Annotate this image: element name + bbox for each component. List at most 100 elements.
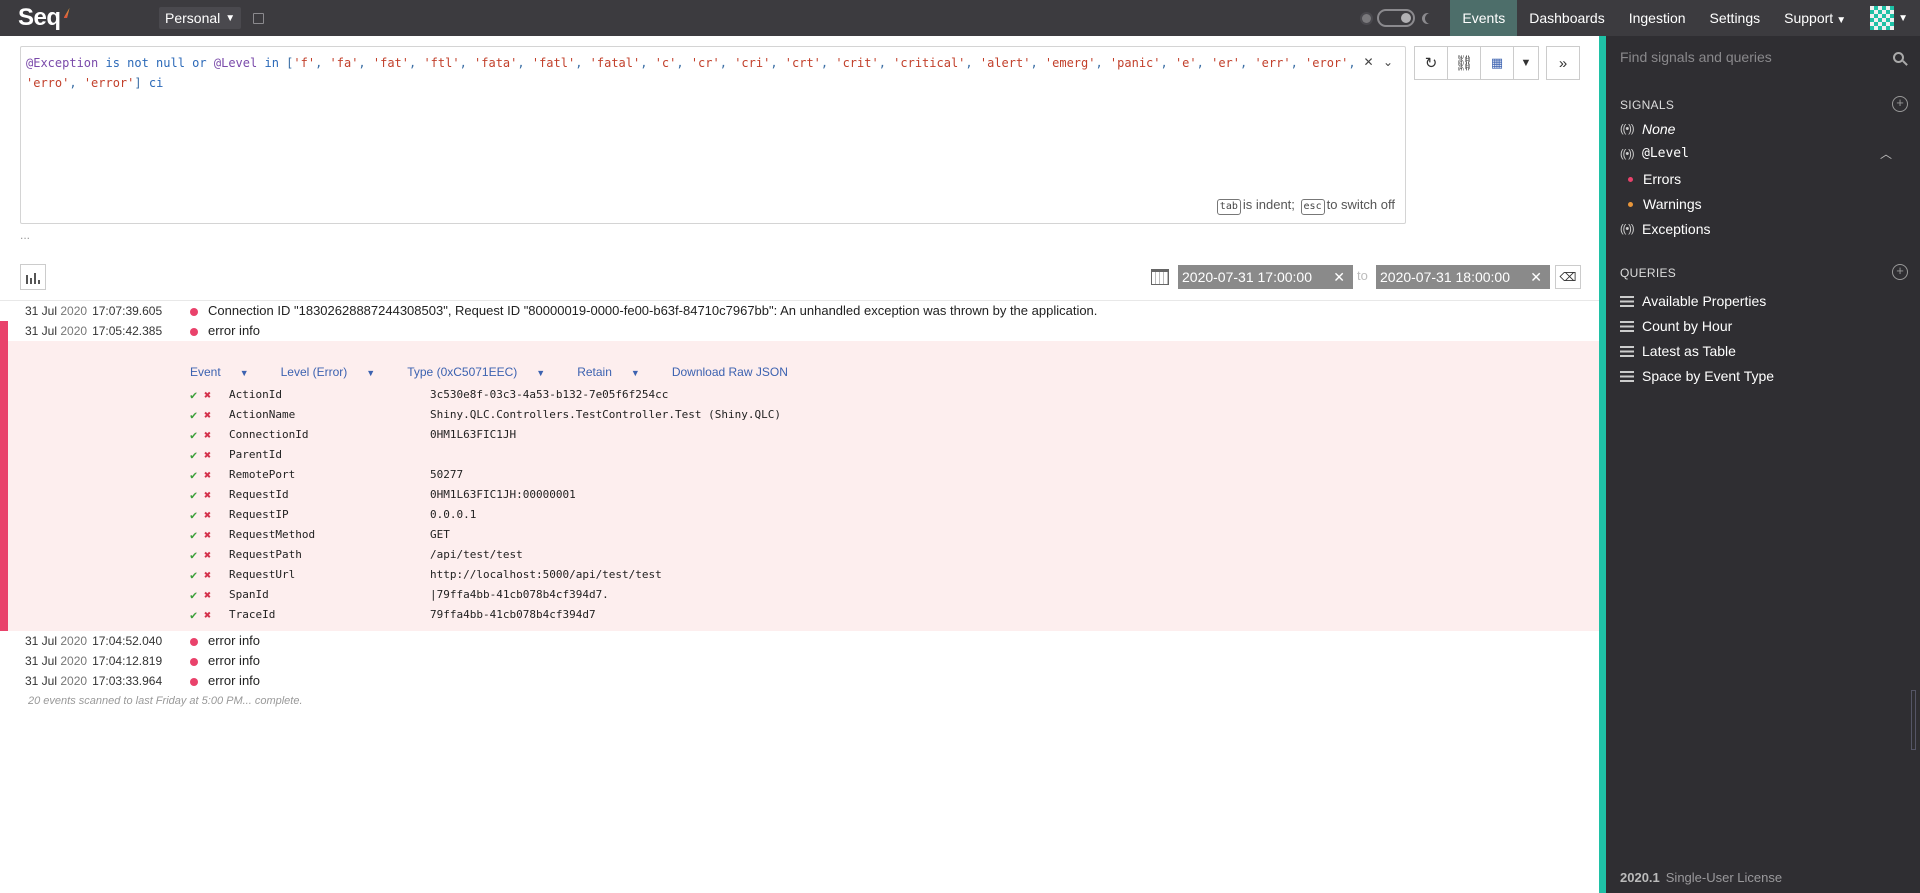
signal-group-level[interactable]: ((•)) @Level ︿ xyxy=(1620,146,1906,161)
exclude-x-icon[interactable]: ✖ xyxy=(204,545,211,565)
refresh-button[interactable]: ↻ xyxy=(1414,46,1448,80)
event-row[interactable]: 31 Jul 2020 17:04:12.819 error info xyxy=(0,651,1600,671)
calendar-icon[interactable] xyxy=(1151,269,1169,285)
exclude-x-icon[interactable]: ✖ xyxy=(204,465,211,485)
query-latest-as-table[interactable]: Latest as Table xyxy=(1620,343,1736,359)
property-value[interactable]: 3c530e8f-03c3-4a53-b132-7e05f6f254cc xyxy=(430,385,668,405)
date-to[interactable]: 2020-07-31 18:00:00 ✕ xyxy=(1376,265,1550,289)
tab-type[interactable]: Type (0xC5071EEC) ▼ xyxy=(407,365,561,379)
clear-date-icon[interactable]: ✕ xyxy=(1333,265,1345,289)
exclude-x-icon[interactable]: ✖ xyxy=(204,425,211,445)
query-string: 'fa' xyxy=(329,56,359,70)
query-space-by-event-type[interactable]: Space by Event Type xyxy=(1620,368,1774,384)
more-options[interactable]: ... xyxy=(20,228,30,242)
nav-settings[interactable]: Settings xyxy=(1698,0,1773,36)
event-date: 31 Jul xyxy=(25,304,58,318)
property-value[interactable]: GET xyxy=(430,525,450,545)
chevron-down-icon[interactable]: ⌄ xyxy=(1383,55,1393,69)
nav-ingestion[interactable]: Ingestion xyxy=(1617,0,1698,36)
include-check-icon[interactable]: ✔ xyxy=(190,585,197,605)
include-check-icon[interactable]: ✔ xyxy=(190,605,197,625)
include-check-icon[interactable]: ✔ xyxy=(190,565,197,585)
event-row[interactable]: 31 Jul 2020 17:07:39.605 Connection ID "1… xyxy=(0,301,1600,321)
event-row[interactable]: 31 Jul 2020 17:04:52.040 error info xyxy=(0,631,1600,651)
include-check-icon[interactable]: ✔ xyxy=(190,405,197,425)
query-count-by-hour[interactable]: Count by Hour xyxy=(1620,318,1732,334)
theme-toggle[interactable] xyxy=(1362,9,1436,27)
property-value[interactable]: http://localhost:5000/api/test/test xyxy=(430,565,662,585)
sidebar-accent-bar[interactable] xyxy=(1599,36,1606,893)
property-value[interactable]: Shiny.QLC.Controllers.TestController.Tes… xyxy=(430,405,781,425)
exclude-x-icon[interactable]: ✖ xyxy=(204,505,211,525)
search-icon[interactable] xyxy=(1893,51,1904,63)
chevron-up-icon[interactable]: ︿ xyxy=(1880,145,1892,162)
include-check-icon[interactable]: ✔ xyxy=(190,485,197,505)
nav-events[interactable]: Events xyxy=(1450,0,1518,36)
signal-none[interactable]: ((•)) None xyxy=(1620,121,1675,137)
date-from[interactable]: 2020-07-31 17:00:00 ✕ xyxy=(1178,265,1353,289)
exclude-x-icon[interactable]: ✖ xyxy=(204,565,211,585)
download-raw-json-link[interactable]: Download Raw JSON xyxy=(672,365,788,379)
theme-switch[interactable] xyxy=(1377,9,1416,27)
clear-date-icon[interactable]: ✕ xyxy=(1530,265,1542,289)
nav-support[interactable]: Support ▼ xyxy=(1772,0,1858,36)
exclude-x-icon[interactable]: ✖ xyxy=(204,445,211,465)
exclude-x-icon[interactable]: ✖ xyxy=(204,585,211,605)
clear-query-icon[interactable]: ✕ xyxy=(1364,55,1374,69)
signal-errors[interactable]: Errors xyxy=(1620,171,1681,187)
link-button[interactable]: ⛓ xyxy=(1447,46,1481,80)
query-available-properties[interactable]: Available Properties xyxy=(1620,293,1766,309)
signal-exceptions[interactable]: ((•)) Exceptions xyxy=(1620,221,1710,237)
include-check-icon[interactable]: ✔ xyxy=(190,385,197,405)
license-text: Single-User License xyxy=(1665,870,1783,885)
tab-retain[interactable]: Retain ▼ xyxy=(577,365,656,379)
property-value[interactable]: /api/test/test xyxy=(430,545,523,565)
scrollbar-thumb[interactable] xyxy=(1911,690,1916,750)
exclude-x-icon[interactable]: ✖ xyxy=(204,405,211,425)
include-check-icon[interactable]: ✔ xyxy=(190,545,197,565)
property-value[interactable]: |79ffa4bb-41cb078b4cf394d7. xyxy=(430,585,609,605)
avatar[interactable] xyxy=(1870,6,1895,30)
query-text[interactable]: @Exception is not null or @Level in ['f'… xyxy=(26,53,1366,93)
query-editor[interactable]: @Exception is not null or @Level in ['f'… xyxy=(20,46,1406,224)
tab-hint-text: is indent; xyxy=(1242,197,1295,212)
include-check-icon[interactable]: ✔ xyxy=(190,445,197,465)
query-string: 'fatal' xyxy=(589,56,641,70)
property-value[interactable]: 0HM1L63FIC1JH:00000001 xyxy=(430,485,576,505)
layout-dropdown[interactable]: ▼ xyxy=(1513,46,1539,80)
property-value[interactable]: 0HM1L63FIC1JH xyxy=(430,425,516,445)
add-signal-icon[interactable]: + xyxy=(1892,96,1908,112)
layout-button[interactable]: ▦ xyxy=(1480,46,1514,80)
chevron-down-icon[interactable]: ▼ xyxy=(1898,13,1908,24)
event-date: 31 Jul xyxy=(25,674,58,688)
exclude-x-icon[interactable]: ✖ xyxy=(204,385,211,405)
tab-event[interactable]: Event ▼ xyxy=(190,365,265,379)
exclude-x-icon[interactable]: ✖ xyxy=(204,605,211,625)
event-row[interactable]: 31 Jul 2020 17:05:42.385 error info xyxy=(0,321,1600,341)
add-query-icon[interactable]: + xyxy=(1892,264,1908,280)
include-check-icon[interactable]: ✔ xyxy=(190,525,197,545)
seq-logo[interactable]: Seq xyxy=(18,0,88,36)
property-value[interactable]: 50277 xyxy=(430,465,463,485)
event-row[interactable]: 31 Jul 2020 17:03:33.964 error info xyxy=(0,671,1600,691)
include-check-icon[interactable]: ✔ xyxy=(190,425,197,445)
exclude-x-icon[interactable]: ✖ xyxy=(204,525,211,545)
workspace-selector[interactable]: Personal ▼ xyxy=(159,7,242,29)
chevron-down-icon: ▼ xyxy=(630,368,640,378)
expand-sidebar-button[interactable]: » xyxy=(1546,46,1580,80)
bar-chart-icon xyxy=(34,273,36,284)
nav-dashboards[interactable]: Dashboards xyxy=(1517,0,1617,36)
include-check-icon[interactable]: ✔ xyxy=(190,505,197,525)
tab-level[interactable]: Level (Error) ▼ xyxy=(281,365,392,379)
save-icon[interactable] xyxy=(253,12,265,24)
signal-warnings[interactable]: Warnings xyxy=(1620,196,1702,212)
clear-filter-button[interactable]: ⌫ xyxy=(1555,265,1581,289)
event-date: 31 Jul xyxy=(25,634,58,648)
search-input[interactable] xyxy=(1620,49,1893,65)
property-value[interactable]: 0.0.0.1 xyxy=(430,505,476,525)
property-value[interactable]: 79ffa4bb-41cb078b4cf394d7 xyxy=(430,605,596,625)
include-check-icon[interactable]: ✔ xyxy=(190,465,197,485)
exclude-x-icon[interactable]: ✖ xyxy=(204,485,211,505)
histogram-toggle[interactable] xyxy=(20,264,46,290)
query-string: 'crt' xyxy=(784,56,821,70)
